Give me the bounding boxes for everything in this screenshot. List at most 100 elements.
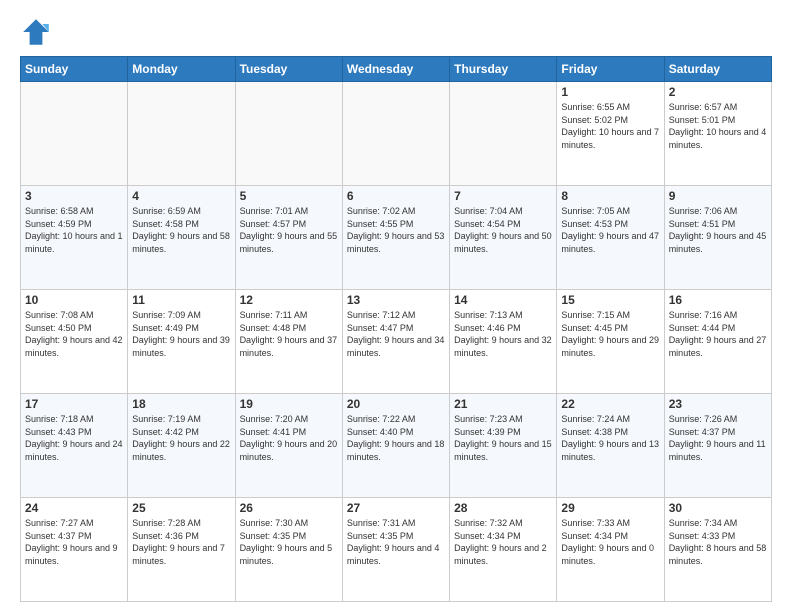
- calendar-cell: 19 Sunrise: 7:20 AM Sunset: 4:41 PM Dayli…: [235, 394, 342, 498]
- calendar-header: SundayMondayTuesdayWednesdayThursdayFrid…: [21, 57, 772, 82]
- day-info: Sunrise: 6:58 AM Sunset: 4:59 PM Dayligh…: [25, 205, 123, 255]
- day-number: 13: [347, 293, 445, 307]
- calendar-cell: 14Sunrise: 7:13 AM Sunset: 4:46 PM Dayli…: [450, 290, 557, 394]
- calendar-cell: 29 Sunrise: 7:33 AM Sunset: 4:34 PM Dayli…: [557, 498, 664, 602]
- day-info: Sunrise: 6:57 AM Sunset: 5:01 PM Dayligh…: [669, 101, 767, 151]
- weekday-header-cell: Wednesday: [342, 57, 449, 82]
- day-info: Sunrise: 7:30 AM Sunset: 4:35 PM Dayligh…: [240, 517, 338, 567]
- calendar-table: SundayMondayTuesdayWednesdayThursdayFrid…: [20, 56, 772, 602]
- weekday-header-cell: Monday: [128, 57, 235, 82]
- calendar-week-row: 3Sunrise: 6:58 AM Sunset: 4:59 PM Daylig…: [21, 186, 772, 290]
- day-number: 27: [347, 501, 445, 515]
- day-info: Sunrise: 7:04 AM Sunset: 4:54 PM Dayligh…: [454, 205, 552, 255]
- day-info: Sunrise: 7:26 AM Sunset: 4:37 PM Dayligh…: [669, 413, 767, 463]
- day-number: 8: [561, 189, 659, 203]
- logo-icon: [20, 16, 52, 48]
- day-number: 28: [454, 501, 552, 515]
- calendar-cell: 22 Sunrise: 7:24 AM Sunset: 4:38 PM Dayli…: [557, 394, 664, 498]
- day-info: Sunrise: 7:08 AM Sunset: 4:50 PM Dayligh…: [25, 309, 123, 359]
- calendar-cell: 10 Sunrise: 7:08 AM Sunset: 4:50 PM Dayli…: [21, 290, 128, 394]
- day-number: 22: [561, 397, 659, 411]
- day-info: Sunrise: 6:59 AM Sunset: 4:58 PM Dayligh…: [132, 205, 230, 255]
- day-number: 25: [132, 501, 230, 515]
- calendar-week-row: 10 Sunrise: 7:08 AM Sunset: 4:50 PM Dayli…: [21, 290, 772, 394]
- page: SundayMondayTuesdayWednesdayThursdayFrid…: [0, 0, 792, 612]
- day-info: Sunrise: 7:02 AM Sunset: 4:55 PM Dayligh…: [347, 205, 445, 255]
- weekday-header-cell: Friday: [557, 57, 664, 82]
- calendar-cell: 23 Sunrise: 7:26 AM Sunset: 4:37 PM Dayli…: [664, 394, 771, 498]
- calendar-cell: 12 Sunrise: 7:11 AM Sunset: 4:48 PM Dayli…: [235, 290, 342, 394]
- weekday-header-cell: Tuesday: [235, 57, 342, 82]
- calendar-cell: 3Sunrise: 6:58 AM Sunset: 4:59 PM Daylig…: [21, 186, 128, 290]
- calendar-cell: 16Sunrise: 7:16 AM Sunset: 4:44 PM Dayli…: [664, 290, 771, 394]
- day-number: 29: [561, 501, 659, 515]
- calendar-cell: [450, 82, 557, 186]
- day-number: 9: [669, 189, 767, 203]
- day-number: 6: [347, 189, 445, 203]
- day-number: 20: [347, 397, 445, 411]
- calendar-cell: 17 Sunrise: 7:18 AM Sunset: 4:43 PM Dayli…: [21, 394, 128, 498]
- weekday-header-row: SundayMondayTuesdayWednesdayThursdayFrid…: [21, 57, 772, 82]
- day-number: 7: [454, 189, 552, 203]
- day-info: Sunrise: 7:20 AM Sunset: 4:41 PM Dayligh…: [240, 413, 338, 463]
- day-number: 4: [132, 189, 230, 203]
- day-info: Sunrise: 7:28 AM Sunset: 4:36 PM Dayligh…: [132, 517, 230, 567]
- calendar-week-row: 24 Sunrise: 7:27 AM Sunset: 4:37 PM Dayli…: [21, 498, 772, 602]
- calendar-cell: 11 Sunrise: 7:09 AM Sunset: 4:49 PM Dayli…: [128, 290, 235, 394]
- day-info: Sunrise: 7:15 AM Sunset: 4:45 PM Dayligh…: [561, 309, 659, 359]
- day-number: 30: [669, 501, 767, 515]
- day-number: 2: [669, 85, 767, 99]
- day-number: 12: [240, 293, 338, 307]
- calendar-cell: 6 Sunrise: 7:02 AM Sunset: 4:55 PM Daylig…: [342, 186, 449, 290]
- calendar-cell: 21 Sunrise: 7:23 AM Sunset: 4:39 PM Dayli…: [450, 394, 557, 498]
- day-info: Sunrise: 7:31 AM Sunset: 4:35 PM Dayligh…: [347, 517, 445, 567]
- day-number: 14: [454, 293, 552, 307]
- calendar-cell: 24 Sunrise: 7:27 AM Sunset: 4:37 PM Dayli…: [21, 498, 128, 602]
- calendar-cell: [128, 82, 235, 186]
- calendar-cell: 9Sunrise: 7:06 AM Sunset: 4:51 PM Daylig…: [664, 186, 771, 290]
- day-info: Sunrise: 7:27 AM Sunset: 4:37 PM Dayligh…: [25, 517, 123, 567]
- calendar-cell: 13 Sunrise: 7:12 AM Sunset: 4:47 PM Dayli…: [342, 290, 449, 394]
- day-number: 19: [240, 397, 338, 411]
- calendar-cell: [342, 82, 449, 186]
- day-number: 10: [25, 293, 123, 307]
- weekday-header-cell: Sunday: [21, 57, 128, 82]
- day-number: 17: [25, 397, 123, 411]
- calendar-cell: 27 Sunrise: 7:31 AM Sunset: 4:35 PM Dayli…: [342, 498, 449, 602]
- day-info: Sunrise: 7:05 AM Sunset: 4:53 PM Dayligh…: [561, 205, 659, 255]
- day-number: 24: [25, 501, 123, 515]
- calendar-cell: 7 Sunrise: 7:04 AM Sunset: 4:54 PM Daylig…: [450, 186, 557, 290]
- day-info: Sunrise: 7:18 AM Sunset: 4:43 PM Dayligh…: [25, 413, 123, 463]
- day-number: 21: [454, 397, 552, 411]
- calendar-week-row: 1Sunrise: 6:55 AM Sunset: 5:02 PM Daylig…: [21, 82, 772, 186]
- day-number: 26: [240, 501, 338, 515]
- day-number: 15: [561, 293, 659, 307]
- day-number: 23: [669, 397, 767, 411]
- day-number: 11: [132, 293, 230, 307]
- calendar-cell: [235, 82, 342, 186]
- day-info: Sunrise: 7:34 AM Sunset: 4:33 PM Dayligh…: [669, 517, 767, 567]
- calendar-cell: 25 Sunrise: 7:28 AM Sunset: 4:36 PM Dayli…: [128, 498, 235, 602]
- day-info: Sunrise: 7:11 AM Sunset: 4:48 PM Dayligh…: [240, 309, 338, 359]
- calendar-cell: 20 Sunrise: 7:22 AM Sunset: 4:40 PM Dayli…: [342, 394, 449, 498]
- calendar-cell: 2 Sunrise: 6:57 AM Sunset: 5:01 PM Daylig…: [664, 82, 771, 186]
- calendar-week-row: 17 Sunrise: 7:18 AM Sunset: 4:43 PM Dayli…: [21, 394, 772, 498]
- header: [20, 16, 772, 48]
- day-info: Sunrise: 7:19 AM Sunset: 4:42 PM Dayligh…: [132, 413, 230, 463]
- day-info: Sunrise: 7:16 AM Sunset: 4:44 PM Dayligh…: [669, 309, 767, 359]
- calendar-cell: [21, 82, 128, 186]
- calendar-cell: 5Sunrise: 7:01 AM Sunset: 4:57 PM Daylig…: [235, 186, 342, 290]
- day-info: Sunrise: 7:12 AM Sunset: 4:47 PM Dayligh…: [347, 309, 445, 359]
- weekday-header-cell: Thursday: [450, 57, 557, 82]
- day-info: Sunrise: 7:24 AM Sunset: 4:38 PM Dayligh…: [561, 413, 659, 463]
- day-info: Sunrise: 7:01 AM Sunset: 4:57 PM Dayligh…: [240, 205, 338, 255]
- day-info: Sunrise: 7:23 AM Sunset: 4:39 PM Dayligh…: [454, 413, 552, 463]
- day-info: Sunrise: 6:55 AM Sunset: 5:02 PM Dayligh…: [561, 101, 659, 151]
- day-info: Sunrise: 7:09 AM Sunset: 4:49 PM Dayligh…: [132, 309, 230, 359]
- calendar-cell: 18Sunrise: 7:19 AM Sunset: 4:42 PM Dayli…: [128, 394, 235, 498]
- calendar-cell: 4 Sunrise: 6:59 AM Sunset: 4:58 PM Daylig…: [128, 186, 235, 290]
- logo: [20, 16, 56, 48]
- day-info: Sunrise: 7:33 AM Sunset: 4:34 PM Dayligh…: [561, 517, 659, 567]
- calendar-cell: 30 Sunrise: 7:34 AM Sunset: 4:33 PM Dayli…: [664, 498, 771, 602]
- day-info: Sunrise: 7:22 AM Sunset: 4:40 PM Dayligh…: [347, 413, 445, 463]
